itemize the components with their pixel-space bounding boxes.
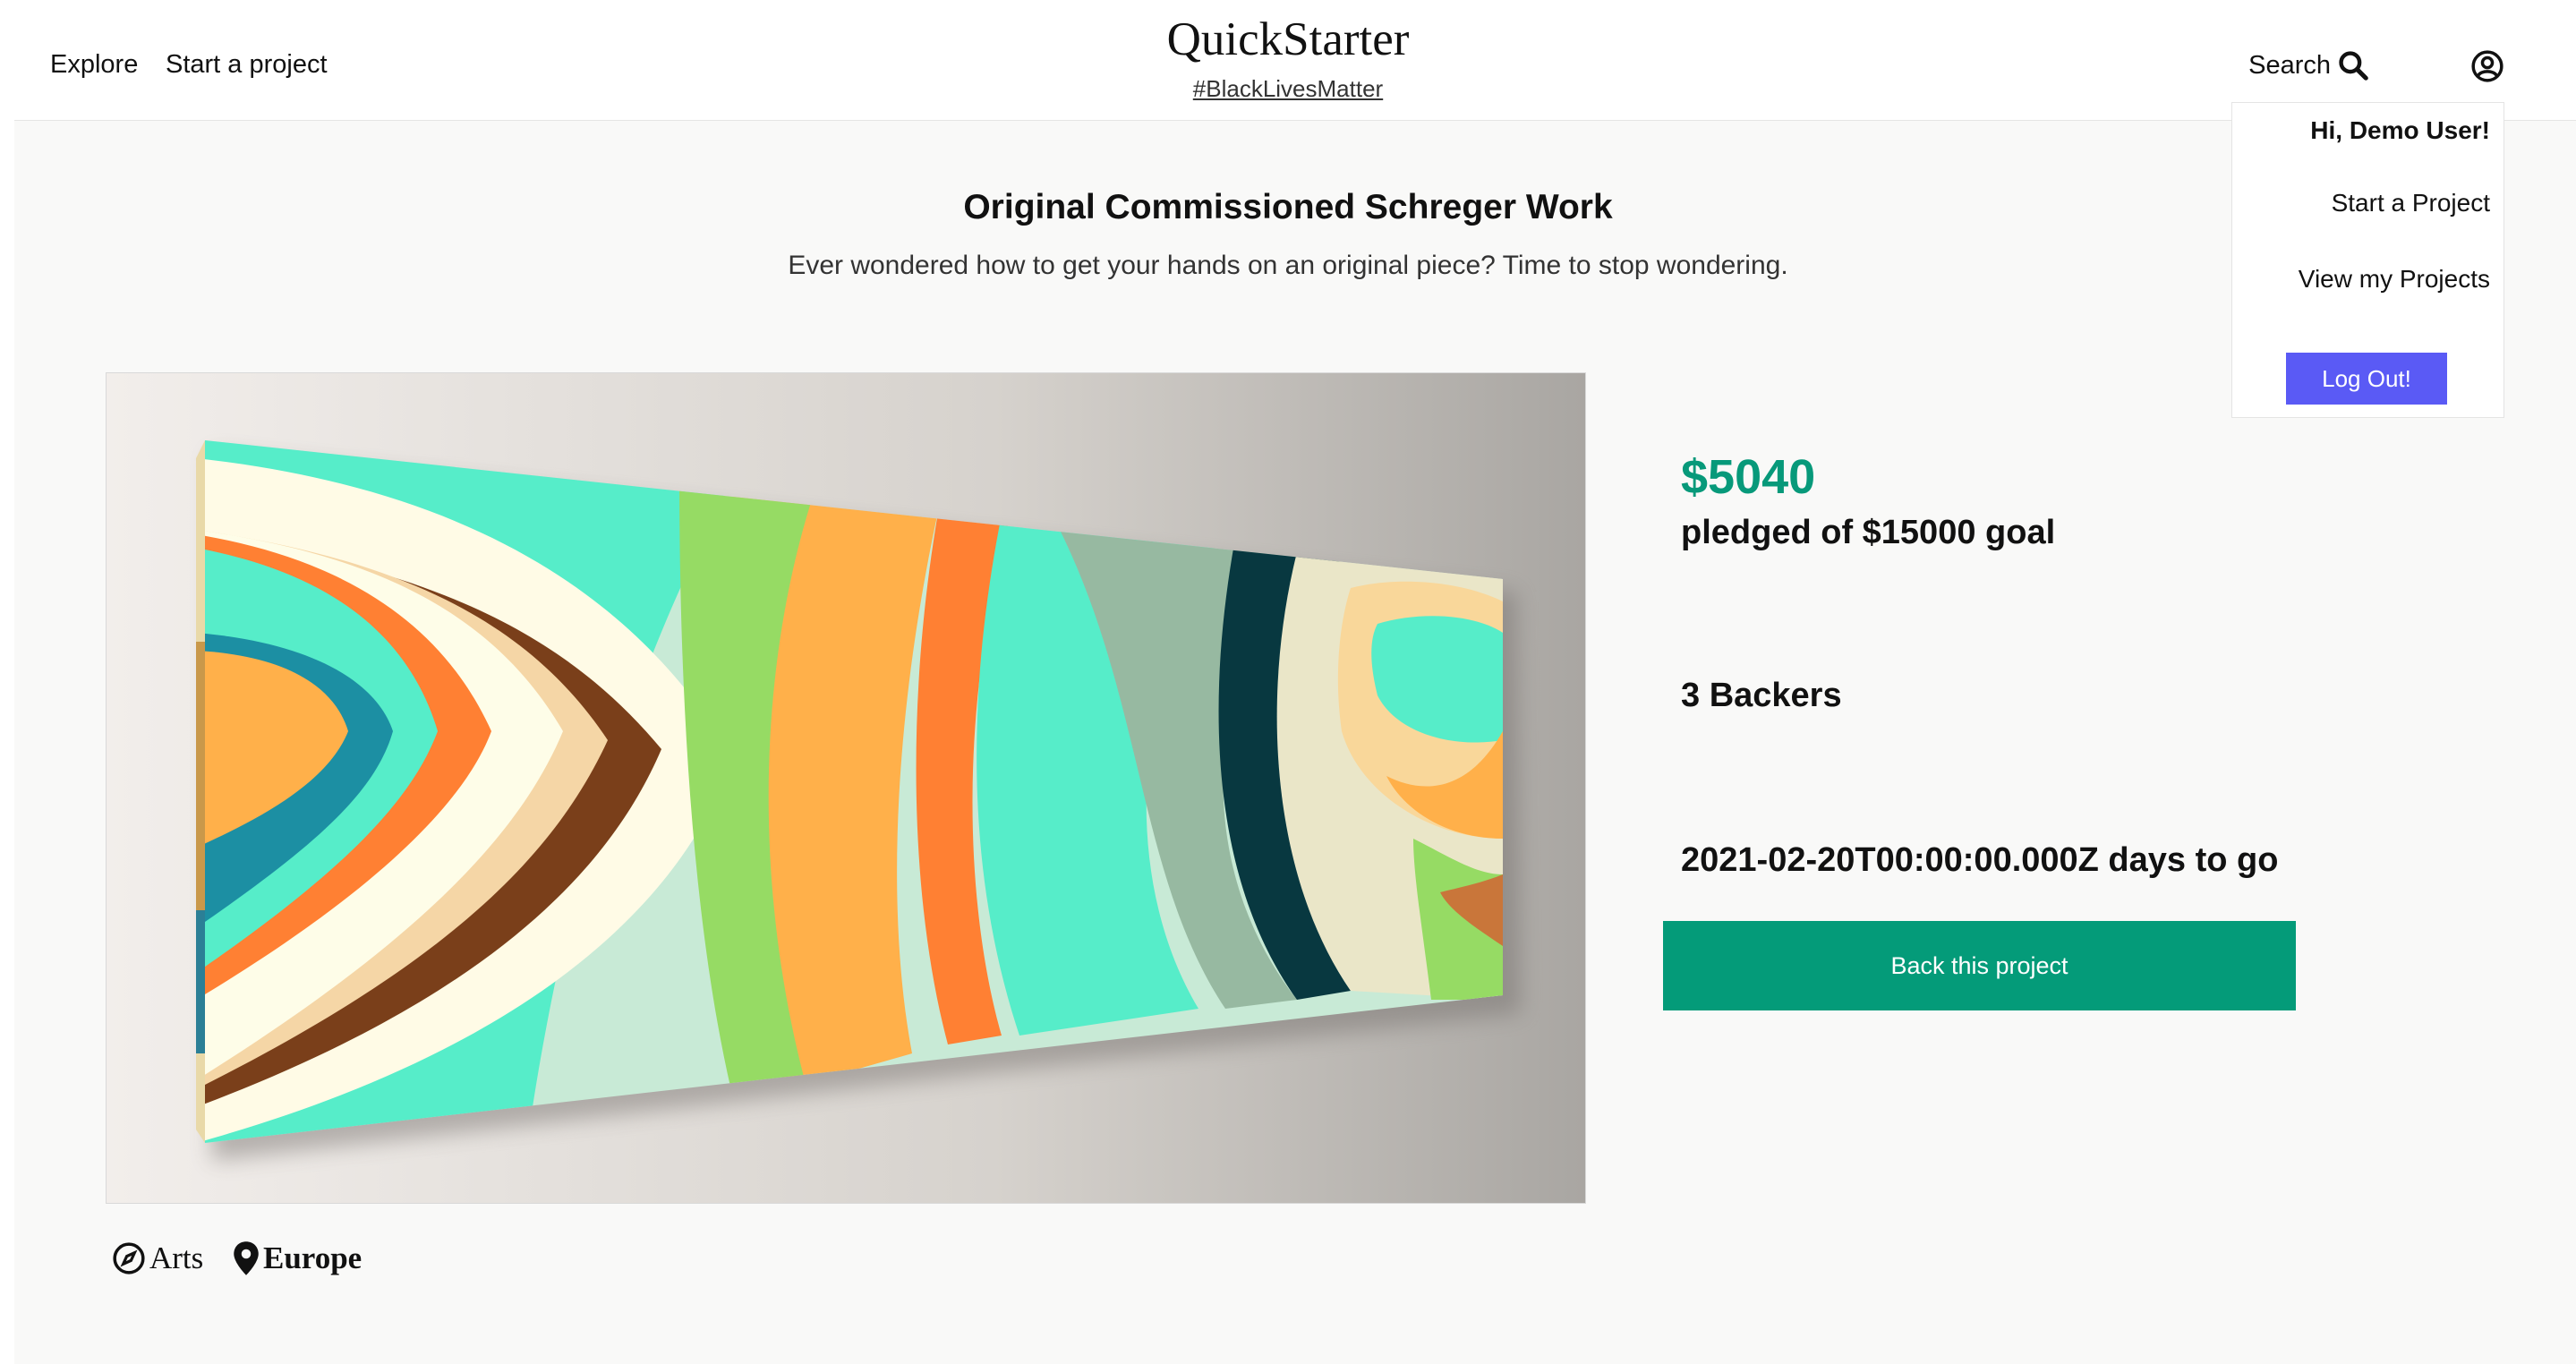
back-project-button[interactable]: Back this project: [1663, 921, 2296, 1010]
project-title: Original Commissioned Schreger Work: [963, 188, 1613, 226]
brand-logo[interactable]: QuickStarter: [0, 13, 2576, 66]
project-blurb: Ever wondered how to get your hands on a…: [788, 251, 1788, 280]
category-label: Arts: [149, 1240, 204, 1275]
menu-view-projects[interactable]: View my Projects: [2299, 265, 2490, 294]
map-pin-icon: [234, 1241, 259, 1275]
search-button[interactable]: Search: [2248, 48, 2370, 82]
tagline-link[interactable]: #BlackLivesMatter: [1193, 75, 1383, 102]
schreger-canvas-artwork: [107, 373, 1585, 1203]
search-label: Search: [2248, 50, 2331, 80]
goal-text: pledged of $15000 goal: [1681, 514, 2056, 551]
user-greeting: Hi, Demo User!: [2310, 116, 2490, 144]
search-icon: [2339, 51, 2368, 81]
pledged-amount: $5040: [1681, 450, 1816, 504]
backers-count: 3 Backers: [1681, 677, 1842, 714]
days-to-go: 2021-02-20T00:00:00.000Z days to go: [1681, 841, 2279, 879]
user-circle-icon[interactable]: [2470, 49, 2504, 83]
project-image: [106, 372, 1586, 1204]
compass-icon: [113, 1242, 145, 1274]
logout-button[interactable]: Log Out!: [2286, 353, 2447, 405]
user-dropdown-menu: Hi, Demo User! Start a Project View my P…: [2231, 102, 2504, 418]
tagline-container: #BlackLivesMatter: [0, 75, 2576, 103]
location-link[interactable]: Europe: [233, 1240, 362, 1276]
location-label: Europe: [263, 1240, 363, 1275]
menu-start-project[interactable]: Start a Project: [2332, 189, 2490, 217]
category-link[interactable]: Arts: [112, 1240, 203, 1276]
